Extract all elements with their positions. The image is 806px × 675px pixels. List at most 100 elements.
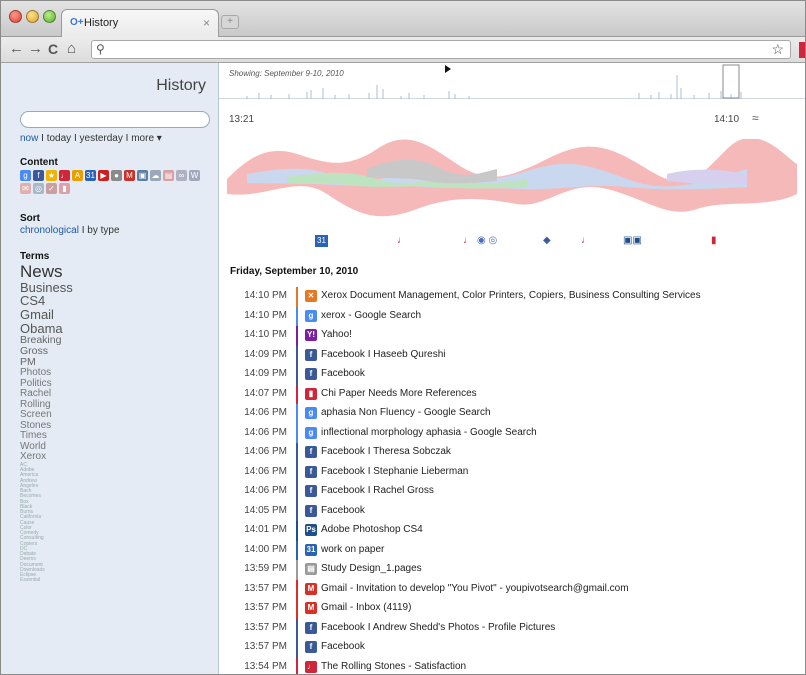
- term-link[interactable]: Business: [20, 281, 210, 295]
- facebook-icon[interactable]: f: [33, 170, 44, 181]
- youtube-icon[interactable]: ▶: [98, 170, 109, 181]
- chain-icon[interactable]: ∞: [176, 170, 187, 181]
- history-row[interactable]: 14:10 PM ✕ Xerox Document Management, Colo…: [219, 287, 805, 307]
- mail-icon[interactable]: ✉: [20, 183, 31, 194]
- page-title-link[interactable]: The Rolling Stones - Satisfaction: [321, 661, 466, 672]
- home-icon[interactable]: ⌂: [67, 40, 76, 58]
- term-link[interactable]: Times: [20, 431, 210, 442]
- music-icon[interactable]: ♩: [397, 235, 407, 247]
- history-row[interactable]: 14:06 PM f Facebook I Theresa Sobczak: [219, 443, 805, 463]
- close-window-button[interactable]: [9, 10, 22, 23]
- bookmark-star-icon[interactable]: ☆: [771, 41, 784, 58]
- page-title-link[interactable]: Yahoo!: [321, 329, 352, 340]
- cloud-icon[interactable]: ◉ ◎: [477, 235, 497, 247]
- new-tab-button[interactable]: +: [221, 15, 239, 29]
- history-row[interactable]: 13:57 PM M Gmail - Inbox (4119): [219, 599, 805, 619]
- page-title-link[interactable]: Facebook I Rachel Gross: [321, 485, 434, 496]
- minimize-window-button[interactable]: [26, 10, 39, 23]
- history-row[interactable]: 14:06 PM g inflectional morphology aphasia…: [219, 423, 805, 443]
- globe-icon[interactable]: ◎: [33, 183, 44, 194]
- music-icon[interactable]: ♩: [581, 235, 591, 247]
- range-yesterday-link[interactable]: yesterday: [80, 133, 123, 144]
- term-link[interactable]: CS4: [20, 294, 210, 308]
- tab-history[interactable]: O+ History ×: [61, 9, 219, 37]
- history-row[interactable]: 14:10 PM Y! Yahoo!: [219, 326, 805, 346]
- history-row[interactable]: 14:06 PM f Facebook I Stephanie Lieberman: [219, 462, 805, 482]
- page-title-link[interactable]: Chi Paper Needs More References: [321, 388, 477, 399]
- history-row[interactable]: 14:00 PM 31 work on paper: [219, 540, 805, 560]
- zoom-window-button[interactable]: [43, 10, 56, 23]
- forward-icon[interactable]: →: [28, 40, 43, 58]
- overview-timeline[interactable]: Showing: September 9-10, 2010: [219, 63, 805, 99]
- range-now-link[interactable]: now: [20, 133, 38, 144]
- term-link[interactable]: News: [20, 263, 210, 281]
- close-tab-icon[interactable]: ×: [203, 16, 210, 30]
- history-row[interactable]: 13:57 PM M Gmail - Invitation to develop "…: [219, 579, 805, 599]
- history-row[interactable]: 13:57 PM f Facebook I Andrew Shedd's Photo…: [219, 618, 805, 638]
- history-row[interactable]: 14:05 PM f Facebook: [219, 501, 805, 521]
- page-title-link[interactable]: Facebook: [321, 505, 365, 516]
- page-title-link[interactable]: Facebook I Andrew Shedd's Photos - Profi…: [321, 622, 555, 633]
- history-row[interactable]: 14:09 PM f Facebook I Haseeb Qureshi: [219, 345, 805, 365]
- address-bar[interactable]: ⚲ ☆: [91, 40, 791, 59]
- music-icon[interactable]: ♩: [59, 170, 70, 181]
- music-icon[interactable]: ♩: [463, 235, 473, 247]
- page-title-link[interactable]: Facebook: [321, 368, 365, 379]
- bookmark-ribbon-icon[interactable]: [799, 42, 805, 58]
- term-link[interactable]: Essential: [20, 578, 210, 584]
- page-title-link[interactable]: work on paper: [321, 544, 384, 555]
- history-row[interactable]: 14:06 PM f Facebook I Rachel Gross: [219, 482, 805, 502]
- globe-icon[interactable]: ◆: [543, 235, 551, 247]
- term-link[interactable]: Obama: [20, 322, 210, 336]
- back-icon[interactable]: ←: [9, 40, 24, 58]
- history-row[interactable]: 13:54 PM ♩ The Rolling Stones - Satisfacti…: [219, 657, 805, 674]
- page-title-link[interactable]: xerox - Google Search: [321, 310, 421, 321]
- page-title-link[interactable]: Facebook: [321, 641, 365, 652]
- page-title-link[interactable]: Gmail - Inbox (4119): [321, 602, 411, 613]
- bookmark-icon[interactable]: ▮: [59, 183, 70, 194]
- bookmark-icon[interactable]: ▮: [711, 235, 717, 247]
- sort-by-type-link[interactable]: by type: [87, 225, 119, 236]
- history-row[interactable]: 14:07 PM ▮ Chi Paper Needs More References: [219, 384, 805, 404]
- history-row[interactable]: 14:06 PM g aphasia Non Fluency - Google Se…: [219, 404, 805, 424]
- page-title-link[interactable]: Facebook I Theresa Sobczak: [321, 446, 451, 457]
- star-icon[interactable]: ★: [46, 170, 57, 181]
- history-search-input[interactable]: [20, 111, 210, 128]
- term-link[interactable]: Stones: [20, 420, 210, 432]
- word-icon[interactable]: W: [189, 170, 200, 181]
- page-title-link[interactable]: Gmail - Invitation to develop "You Pivot…: [321, 583, 629, 594]
- page-title-link[interactable]: Facebook I Stephanie Lieberman: [321, 466, 468, 477]
- gmail-icon[interactable]: M: [124, 170, 135, 181]
- page-title-link[interactable]: Facebook I Haseeb Qureshi: [321, 349, 446, 360]
- range-today-link[interactable]: today: [47, 133, 71, 144]
- collapse-icon[interactable]: ≈: [752, 111, 759, 125]
- sort-chronological-link[interactable]: chronological: [20, 225, 79, 236]
- cloud-icon[interactable]: ☁: [150, 170, 161, 181]
- range-more-dropdown[interactable]: more ▾: [131, 133, 162, 144]
- photoshop-icon[interactable]: ▣▣: [623, 235, 642, 247]
- term-link[interactable]: Xerox: [20, 452, 210, 463]
- pin-icon[interactable]: ✓: [46, 183, 57, 194]
- calendar-icon[interactable]: 31: [85, 170, 96, 181]
- history-row[interactable]: 13:57 PM f Facebook: [219, 638, 805, 658]
- reload-icon[interactable]: C: [48, 40, 58, 58]
- page-title-link[interactable]: inflectional morphology aphasia - Google…: [321, 427, 537, 438]
- page-title-link[interactable]: Study Design_1.pages: [321, 563, 422, 574]
- activity-streamgraph[interactable]: [227, 139, 797, 229]
- google-icon[interactable]: g: [20, 170, 31, 181]
- page-title-link[interactable]: Adobe Photoshop CS4: [321, 524, 423, 535]
- history-row[interactable]: 14:01 PM Ps Adobe Photoshop CS4: [219, 521, 805, 541]
- term-link[interactable]: Gmail: [20, 308, 210, 322]
- history-row[interactable]: 14:09 PM f Facebook: [219, 365, 805, 385]
- term-link[interactable]: World: [20, 441, 210, 453]
- doc-icon[interactable]: ▤: [163, 170, 174, 181]
- page-title-link[interactable]: aphasia Non Fluency - Google Search: [321, 407, 491, 418]
- photo-icon[interactable]: ▣: [137, 170, 148, 181]
- calendar-icon[interactable]: 31: [315, 235, 328, 247]
- term-link[interactable]: Breaking: [20, 335, 210, 346]
- term-link[interactable]: Gross: [20, 346, 210, 357]
- page-title-link[interactable]: Xerox Document Management, Color Printer…: [321, 290, 701, 301]
- disc-icon[interactable]: ●: [111, 170, 122, 181]
- history-row[interactable]: 13:59 PM ▤ Study Design_1.pages: [219, 560, 805, 580]
- history-row[interactable]: 14:10 PM g xerox - Google Search: [219, 306, 805, 326]
